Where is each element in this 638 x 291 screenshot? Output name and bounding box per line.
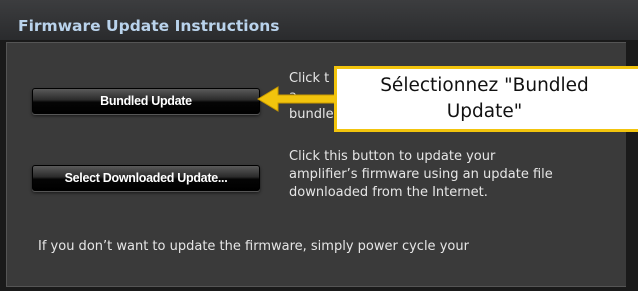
window-title: Firmware Update Instructions	[18, 17, 280, 35]
downloaded-update-description: Click this button to update your amplifi…	[289, 148, 553, 202]
power-cycle-note: If you don’t want to update the firmware…	[38, 239, 469, 254]
download-description-line: Click this button to update your	[289, 149, 496, 164]
bundled-update-button[interactable]: Bundled Update	[32, 88, 260, 114]
download-description-line: downloaded from the Internet.	[289, 185, 488, 200]
callout-line: Update"	[446, 101, 523, 122]
callout-arrow-icon	[257, 86, 337, 112]
title-bar: Firmware Update Instructions	[0, 0, 638, 40]
select-downloaded-update-button[interactable]: Select Downloaded Update...	[32, 165, 260, 191]
annotation-callout: Sélectionnez "Bundled Update"	[334, 66, 638, 132]
download-description-line: amplifier’s firmware using an update fil…	[289, 167, 553, 182]
firmware-update-window: Firmware Update Instructions Bundled Upd…	[0, 0, 638, 291]
callout-line: Sélectionnez "Bundled	[380, 75, 589, 96]
